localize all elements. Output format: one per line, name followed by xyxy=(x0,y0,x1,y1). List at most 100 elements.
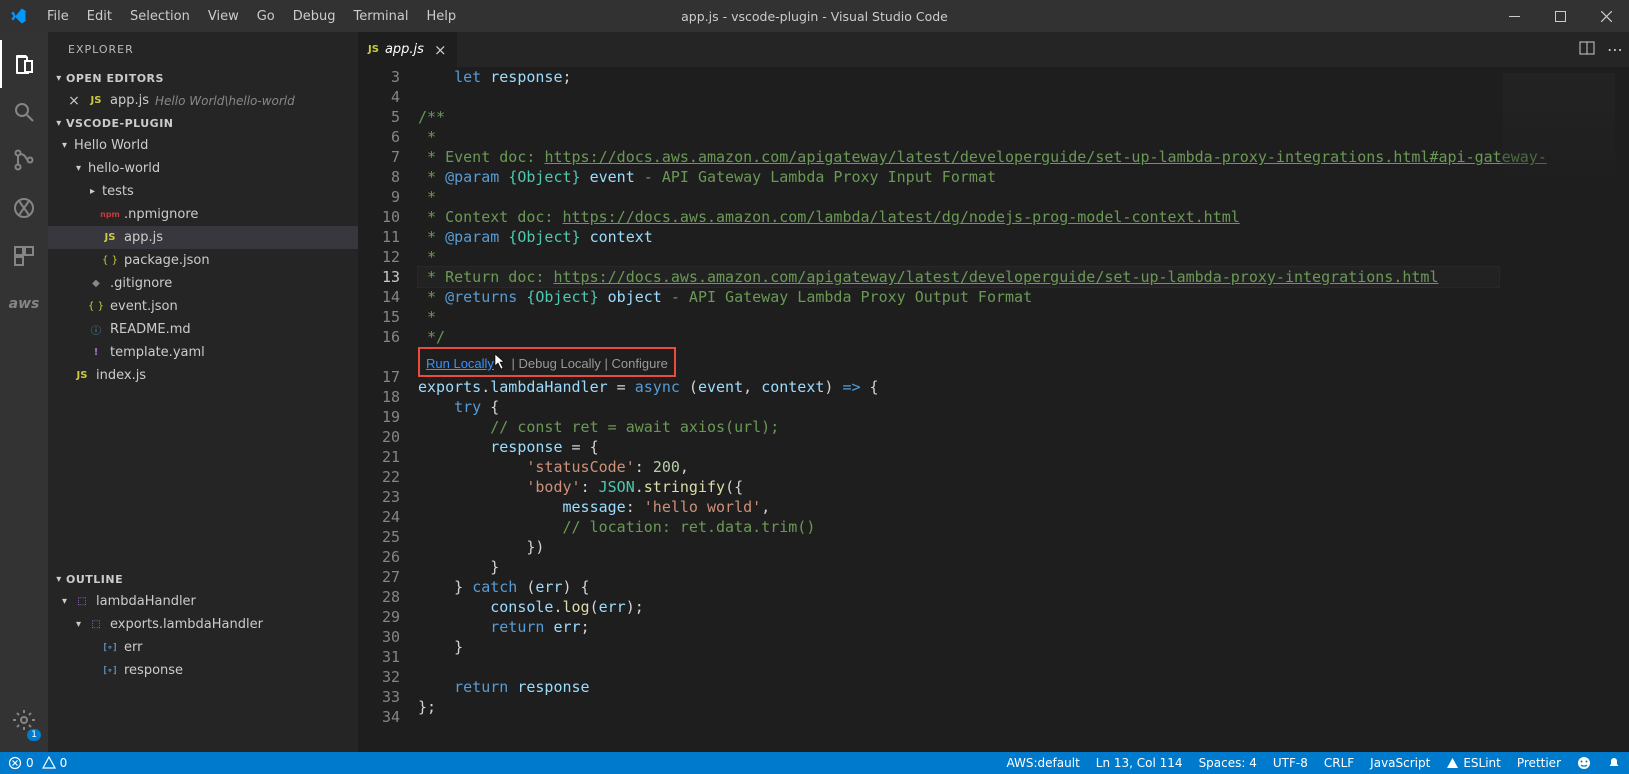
menu-go[interactable]: Go xyxy=(248,0,284,32)
encoding-status[interactable]: UTF-8 xyxy=(1265,752,1316,774)
outline-item[interactable]: ▾⬚exports.lambdaHandler xyxy=(48,613,358,636)
npm-icon: npm xyxy=(102,207,118,223)
code-line[interactable]: let response; xyxy=(418,67,1499,87)
split-editor-icon[interactable] xyxy=(1579,40,1595,60)
file-row[interactable]: !template.yaml xyxy=(48,341,358,364)
tab-app-js[interactable]: JS app.js × xyxy=(358,32,458,67)
code-line[interactable]: * xyxy=(418,307,1499,327)
aws-status[interactable]: AWS:default xyxy=(998,752,1087,774)
module-icon: ⬚ xyxy=(88,617,104,633)
eslint-status[interactable]: ESLint xyxy=(1438,752,1509,774)
debug-locally-link[interactable]: Debug Locally xyxy=(519,356,601,371)
code-line[interactable]: * xyxy=(418,247,1499,267)
code-line[interactable] xyxy=(418,717,1499,737)
code-line[interactable] xyxy=(418,87,1499,107)
code-line[interactable]: }; xyxy=(418,697,1499,717)
language-status[interactable]: JavaScript xyxy=(1362,752,1438,774)
folder-row[interactable]: ▾ hello-world xyxy=(48,157,358,180)
codelens: Run Locally | Debug Locally | Configure xyxy=(418,347,676,377)
configure-link[interactable]: Configure xyxy=(612,356,668,371)
js-icon: JS xyxy=(88,93,104,109)
extensions-activity[interactable] xyxy=(0,232,48,280)
code-line[interactable]: * Return doc: https://docs.aws.amazon.co… xyxy=(418,267,1499,287)
code-line[interactable]: return err; xyxy=(418,617,1499,637)
folder-row[interactable]: ▾ Hello World xyxy=(48,134,358,157)
menu-help[interactable]: Help xyxy=(417,0,465,32)
js-icon: JS xyxy=(74,368,90,384)
code-line[interactable]: * xyxy=(418,127,1499,147)
close-icon[interactable]: × xyxy=(66,93,82,109)
code-line[interactable]: * @returns {Object} object - API Gateway… xyxy=(418,287,1499,307)
prettier-status[interactable]: Prettier xyxy=(1509,752,1569,774)
code-line[interactable]: * Context doc: https://docs.aws.amazon.c… xyxy=(418,207,1499,227)
minimize-button[interactable] xyxy=(1491,0,1537,32)
js-icon: JS xyxy=(102,230,118,246)
code-line[interactable]: * @param {Object} context xyxy=(418,227,1499,247)
chevron-right-icon: ▸ xyxy=(90,186,102,197)
code-line[interactable]: } xyxy=(418,557,1499,577)
cursor-position-status[interactable]: Ln 13, Col 114 xyxy=(1088,752,1191,774)
code-line[interactable]: 'body': JSON.stringify({ xyxy=(418,477,1499,497)
code-line[interactable]: }) xyxy=(418,537,1499,557)
open-editor-item[interactable]: × JSapp.js Hello World\hello-world xyxy=(48,89,358,112)
folder-row[interactable]: ▸ tests xyxy=(48,180,358,203)
menu-file[interactable]: File xyxy=(38,0,78,32)
search-activity[interactable] xyxy=(0,88,48,136)
code-line[interactable]: } xyxy=(418,637,1499,657)
file-row[interactable]: { }event.json xyxy=(48,295,358,318)
code-line[interactable]: 'statusCode': 200, xyxy=(418,457,1499,477)
code-line[interactable]: /** xyxy=(418,107,1499,127)
file-row[interactable]: JSindex.js xyxy=(48,364,358,387)
file-row[interactable]: { }package.json xyxy=(48,249,358,272)
menu-view[interactable]: View xyxy=(199,0,248,32)
file-row[interactable]: JSapp.js xyxy=(48,226,358,249)
explorer-sidebar: EXPLORER ▾OPEN EDITORS × JSapp.js Hello … xyxy=(48,32,358,752)
window-title: app.js - vscode-plugin - Visual Studio C… xyxy=(681,9,948,24)
file-row[interactable]: ⓘREADME.md xyxy=(48,318,358,341)
settings-activity[interactable]: 1 xyxy=(0,696,48,744)
eol-status[interactable]: CRLF xyxy=(1316,752,1362,774)
code-line[interactable]: * @param {Object} event - API Gateway La… xyxy=(418,167,1499,187)
aws-activity[interactable]: aws xyxy=(0,280,48,328)
problems-status[interactable]: 0 0 xyxy=(0,752,75,774)
code-line[interactable]: // const ret = await axios(url); xyxy=(418,417,1499,437)
maximize-button[interactable] xyxy=(1537,0,1583,32)
code-line[interactable]: message: 'hello world', xyxy=(418,497,1499,517)
open-editors-header[interactable]: ▾OPEN EDITORS xyxy=(48,67,358,89)
notifications-icon[interactable] xyxy=(1599,752,1629,774)
code-line[interactable] xyxy=(418,657,1499,677)
code-line[interactable]: return response xyxy=(418,677,1499,697)
feedback-icon[interactable] xyxy=(1569,752,1599,774)
code-editor[interactable]: 345678910111213141516 171819202122232425… xyxy=(358,67,1629,752)
code-line[interactable]: response = { xyxy=(418,437,1499,457)
info-icon: ⓘ xyxy=(88,322,104,338)
scm-activity[interactable] xyxy=(0,136,48,184)
code-line[interactable]: * xyxy=(418,187,1499,207)
file-row[interactable]: npm.npmignore xyxy=(48,203,358,226)
outline-item[interactable]: ▾⬚lambdaHandler xyxy=(48,590,358,613)
outline-item[interactable]: [∘]response xyxy=(48,659,358,682)
menu-debug[interactable]: Debug xyxy=(284,0,345,32)
outline-item[interactable]: [∘]err xyxy=(48,636,358,659)
menu-edit[interactable]: Edit xyxy=(78,0,121,32)
code-line[interactable]: * Event doc: https://docs.aws.amazon.com… xyxy=(418,147,1499,167)
explorer-activity[interactable] xyxy=(0,40,48,88)
folder-header[interactable]: ▾VSCODE-PLUGIN xyxy=(48,112,358,134)
close-button[interactable] xyxy=(1583,0,1629,32)
close-icon[interactable]: × xyxy=(434,41,447,59)
code-line[interactable]: exports.lambdaHandler = async (event, co… xyxy=(418,377,1499,397)
outline-header[interactable]: ▾OUTLINE xyxy=(48,568,358,590)
more-icon[interactable]: ⋯ xyxy=(1607,40,1623,59)
code-line[interactable]: // location: ret.data.trim() xyxy=(418,517,1499,537)
debug-activity[interactable] xyxy=(0,184,48,232)
code-line[interactable]: */ xyxy=(418,327,1499,347)
code-line[interactable]: } catch (err) { xyxy=(418,577,1499,597)
code-line[interactable]: console.log(err); xyxy=(418,597,1499,617)
menu-terminal[interactable]: Terminal xyxy=(345,0,418,32)
run-locally-link[interactable]: Run Locally xyxy=(426,356,508,371)
indentation-status[interactable]: Spaces: 4 xyxy=(1191,752,1265,774)
minimap[interactable] xyxy=(1503,73,1615,193)
file-row[interactable]: ◆.gitignore xyxy=(48,272,358,295)
code-line[interactable]: try { xyxy=(418,397,1499,417)
menu-selection[interactable]: Selection xyxy=(121,0,199,32)
